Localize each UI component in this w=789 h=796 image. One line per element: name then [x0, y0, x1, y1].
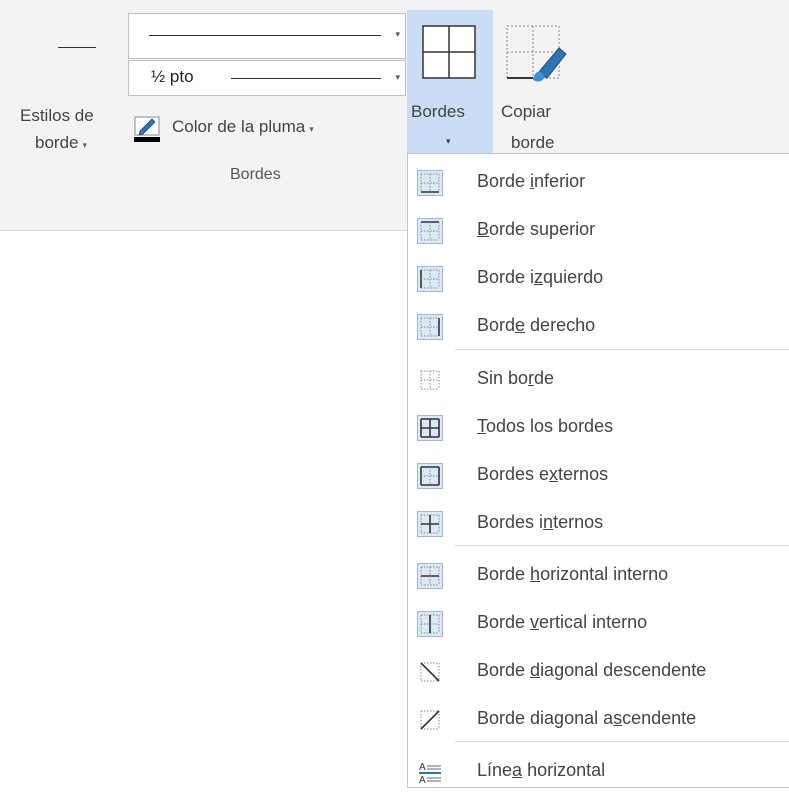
menu-item-label: Bordes externos [477, 464, 609, 484]
menu-item-border-left[interactable]: Borde izquierdo [408, 255, 789, 303]
menu-item-label: Borde derecho [477, 315, 596, 335]
menu-item-diagonal-up-border[interactable]: Borde diagonal ascendente [408, 696, 789, 744]
borders-button[interactable]: Bordes ▾ [407, 10, 493, 158]
horizontal-line-icon: AA [417, 759, 443, 785]
menu-item-label: Todos los bordes [477, 416, 614, 436]
copy-border-button[interactable]: Copiar borde [497, 10, 577, 158]
chevron-down-icon: ▾ [82, 140, 88, 150]
border-styles-label-line2: borde ▾ [35, 133, 88, 152]
menu-item-label: Borde izquierdo [477, 267, 604, 287]
menu-item-inside-vertical-border[interactable]: Borde vertical interno [408, 600, 789, 648]
menu-item-border-right[interactable]: Borde derecho [408, 303, 789, 351]
menu-item-inside-horizontal-border[interactable]: Borde horizontal interno [408, 552, 789, 600]
menu-item-label: Borde horizontal interno [477, 564, 669, 584]
copy-border-label-line2: borde [511, 133, 555, 152]
chevron-down-icon[interactable]: ▾ [446, 136, 451, 147]
svg-text:A: A [419, 762, 426, 773]
copy-border-label-line1: Copiar [501, 102, 552, 121]
line-weight-value: ½ pto [151, 67, 194, 86]
menu-item-outside-borders[interactable]: Bordes externos [408, 452, 789, 500]
line-weight-dropdown[interactable]: ½ pto ▾ [128, 60, 406, 96]
diagonal-down-border-icon [417, 659, 443, 685]
pen-color-label: Color de la pluma ▾ [172, 117, 314, 136]
borders-button-label: Bordes [411, 102, 465, 121]
border-right-icon [417, 314, 443, 340]
no-border-icon [417, 367, 443, 393]
inside-horizontal-border-icon [417, 563, 443, 589]
chevron-down-icon: ▾ [309, 124, 314, 134]
inside-borders-icon [417, 511, 443, 537]
borders-dropdown-menu: Borde inferior Borde superior Borde izquie… [407, 153, 789, 788]
line-style-sample [149, 35, 381, 36]
outside-borders-icon [417, 463, 443, 489]
menu-item-inside-borders[interactable]: Bordes internos [408, 500, 789, 548]
menu-item-label: Borde superior [477, 219, 596, 239]
line-style-preview [58, 47, 96, 48]
svg-text:A: A [419, 775, 426, 785]
group-label-borders: Bordes [230, 166, 281, 183]
menu-item-border-bottom[interactable]: Borde inferior [408, 159, 789, 207]
border-styles-label-line1: Estilos de [20, 106, 94, 125]
border-left-icon [417, 266, 443, 292]
border-styles-button[interactable]: Estilos de borde ▾ [14, 14, 124, 164]
menu-item-border-top[interactable]: Borde superior [408, 207, 789, 255]
menu-item-all-borders[interactable]: Todos los bordes [408, 404, 789, 452]
line-style-dropdown[interactable]: ▾ [128, 13, 406, 59]
line-weight-sample [231, 78, 381, 79]
menu-item-label: Borde vertical interno [477, 612, 648, 632]
menu-item-label: Línea horizontal [477, 760, 606, 780]
all-borders-icon [417, 415, 443, 441]
menu-item-label: Borde diagonal ascendente [477, 708, 697, 728]
border-painter-icon [506, 25, 567, 82]
all-borders-icon [422, 25, 476, 79]
diagonal-up-border-icon [417, 707, 443, 733]
menu-item-label: Sin borde [477, 368, 555, 388]
menu-item-label: Bordes internos [477, 512, 604, 532]
chevron-down-icon[interactable]: ▾ [395, 29, 400, 40]
border-top-icon [417, 218, 443, 244]
menu-item-label: Borde inferior [477, 171, 586, 191]
chevron-down-icon[interactable]: ▾ [395, 72, 400, 83]
menu-item-horizontal-line[interactable]: A A Línea horizontal [408, 748, 789, 796]
inside-vertical-border-icon [417, 611, 443, 637]
pen-color-icon [134, 116, 160, 142]
border-bottom-icon [417, 170, 443, 196]
menu-item-diagonal-down-border[interactable]: Borde diagonal descendente [408, 648, 789, 696]
menu-item-no-border[interactable]: Sin borde [408, 356, 789, 404]
menu-item-label: Borde diagonal descendente [477, 660, 707, 680]
